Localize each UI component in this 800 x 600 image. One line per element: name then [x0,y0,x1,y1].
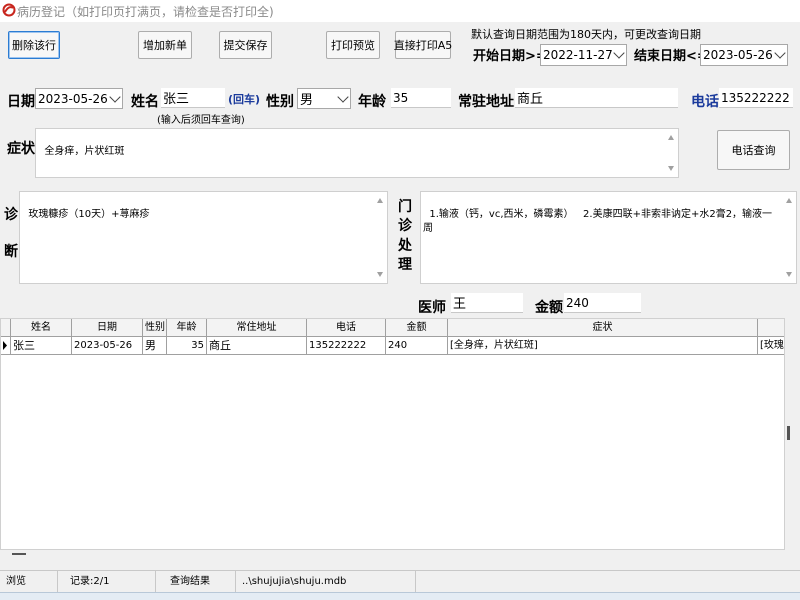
scroll-down-icon [668,166,674,171]
address-input[interactable]: 商丘 [515,88,678,108]
current-row-indicator [1,337,11,355]
treatment-label-2: 诊 [398,218,412,234]
grid-cell[interactable]: [玫瑰 [758,337,784,355]
column-header[interactable]: 年龄 [167,319,207,337]
print-a5-button[interactable]: 直接打印A5 [394,31,452,59]
symptom-text: 全身痒，片状红斑 [44,146,125,157]
column-header[interactable]: 日期 [72,319,143,337]
diagnosis-textarea[interactable]: 玫瑰糠疹（10天）+荨麻疹 [19,191,388,284]
diagnosis-text: 玫瑰糠疹（10天）+荨麻疹 [28,209,150,220]
column-header[interactable]: 症状 [448,319,758,337]
grid-cell[interactable]: 2023-05-26 [72,337,143,355]
status-bar: 浏览 记录:2/1 查询结果 ..\shujujia\shuju.mdb [0,570,800,593]
scroll-up-icon [668,135,674,140]
grid-cell[interactable]: 135222222 [307,337,386,355]
delete-row-button[interactable]: 删除该行 [8,31,60,59]
diagnosis-scrollbar[interactable] [373,192,387,283]
end-date-picker[interactable]: 2023-05-26 [700,44,788,66]
row-indicator-header [1,319,11,337]
chevron-down-icon [109,90,121,103]
print-preview-button[interactable]: 打印预览 [326,31,380,59]
column-header[interactable]: 常住地址 [207,319,307,337]
chevron-down-icon [774,47,786,59]
grid-horizontal-scroll-thumb[interactable] [12,553,26,555]
date-label: 日期 [7,94,35,110]
doctor-input[interactable]: 王 [451,293,523,313]
gender-select[interactable]: 男 [297,88,351,109]
treatment-textarea[interactable]: 1.输液（钙，vc,西米，磷霉素） 2.美康四联+非索非讷定+水2膏2，输液一周 [420,191,797,284]
submit-save-button[interactable]: 提交保存 [219,31,272,59]
records-grid[interactable]: 姓名 日期 性别 年龄 常住地址 电话 金额 症状 张三 2023-05-26 … [0,318,785,550]
grid-header-row: 姓名 日期 性别 年龄 常住地址 电话 金额 症状 [1,319,784,337]
status-record-count: 记录:2/1 [58,571,156,593]
phone-query-button[interactable]: 电话查询 [717,130,790,170]
date-picker[interactable]: 2023-05-26 [35,88,123,109]
grid-cell[interactable]: 商丘 [207,337,307,355]
name-input-hint: (输入后须回车查询) [157,115,245,126]
symptom-textarea[interactable]: 全身痒，片状红斑 [35,128,679,178]
scroll-up-icon [786,198,792,203]
scroll-up-icon [377,198,383,203]
treatment-label-3: 处 [398,238,412,254]
window-bottom-edge [0,592,800,600]
window-title: 病历登记（如打印页打满页，请检查是否打印全) [17,5,274,19]
chevron-down-icon [613,47,625,59]
amount-label: 金额 [535,300,563,316]
grid-cell[interactable]: 男 [143,337,167,355]
symptom-label: 症状 [7,141,35,157]
treatment-label-1: 门 [398,199,412,215]
amount-input[interactable]: 240 [564,293,641,313]
chevron-down-icon [337,90,349,103]
diagnosis-label-bottom: 断 [4,244,18,260]
status-mode: 浏览 [0,571,58,593]
status-query-result: 查询结果 [156,571,236,593]
row-pointer-icon [3,341,7,350]
name-input[interactable]: 张三 [161,88,225,108]
grid-cell[interactable]: 35 [167,337,207,355]
age-label: 年龄 [358,94,386,110]
scroll-down-icon [377,272,383,277]
treatment-text: 1.输液（钙，vc,西米，磷霉素） 2.美康四联+非索非讷定+水2膏2，输液一周 [423,209,773,234]
query-range-note: 默认查询日期范围为180天内，可更改查询日期 [471,28,701,41]
column-header[interactable]: 姓名 [11,319,72,337]
start-date-label: 开始日期>= [473,49,547,64]
treatment-label-4: 理 [398,257,412,273]
status-db-path: ..\shujujia\shuju.mdb [236,571,416,593]
column-header[interactable] [758,319,784,337]
column-header[interactable]: 性别 [143,319,167,337]
doctor-label: 医师 [418,300,446,316]
name-label: 姓名 [131,94,159,110]
gender-label: 性别 [266,94,294,110]
diagnosis-label-top: 诊 [4,207,18,223]
age-input[interactable]: 35 [391,88,451,108]
column-header[interactable]: 电话 [307,319,386,337]
table-row[interactable]: 张三 2023-05-26 男 35 商丘 135222222 240 [全身痒… [1,337,784,355]
scroll-down-icon [786,272,792,277]
gender-value: 男 [300,93,314,108]
address-label: 常驻地址 [458,94,514,110]
grid-scroll-thumb[interactable] [787,426,790,440]
add-new-button[interactable]: 增加新单 [138,31,192,59]
symptom-scrollbar[interactable] [664,129,678,177]
treatment-scrollbar[interactable] [782,192,796,283]
phone-input[interactable]: 135222222 [719,88,793,108]
title-bar: 病历登记（如打印页打满页，请检查是否打印全) [0,0,800,22]
grid-cell[interactable]: 240 [386,337,448,355]
start-date-value: 2022-11-27 [543,48,613,62]
app-logo-icon [2,3,16,17]
phone-label: 电话 [691,94,719,110]
grid-cell[interactable]: 张三 [11,337,72,355]
date-value: 2023-05-26 [38,91,108,106]
enter-hint-tag: (回车) [228,93,261,106]
column-header[interactable]: 金额 [386,319,448,337]
start-date-picker[interactable]: 2022-11-27 [540,44,627,66]
end-date-value: 2023-05-26 [703,48,773,62]
grid-cell[interactable]: [全身痒，片状红斑] [448,337,758,355]
end-date-label: 结束日期<= [634,49,708,64]
